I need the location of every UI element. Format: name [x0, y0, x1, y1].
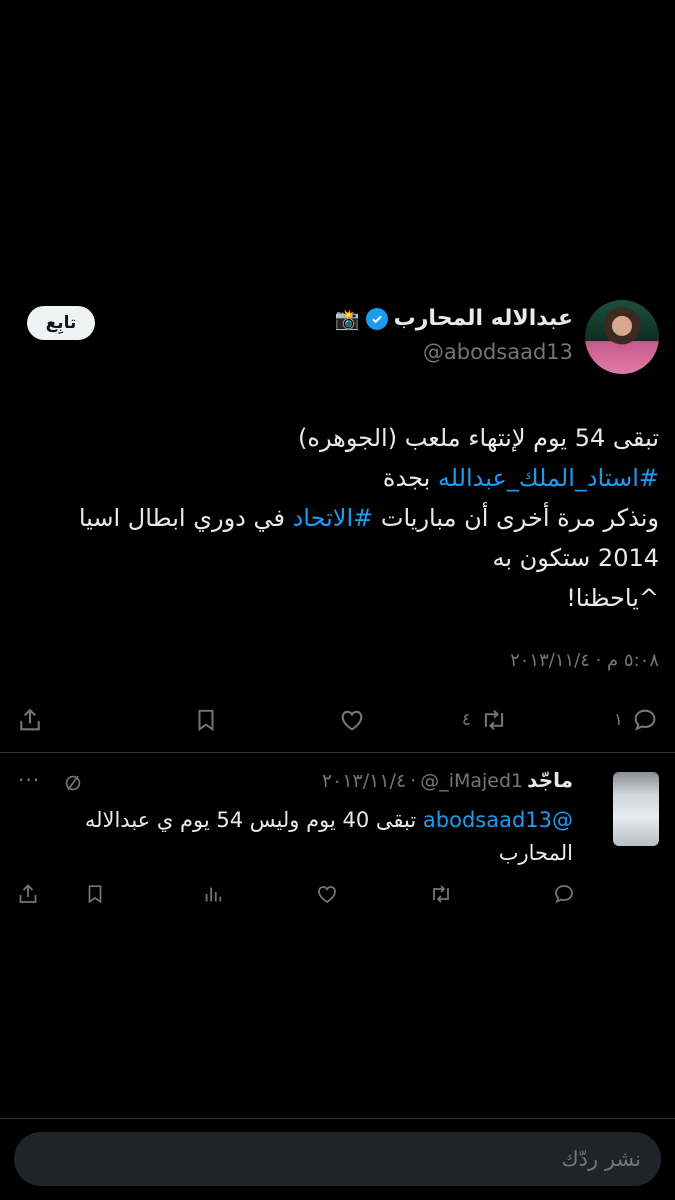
- mute-icon[interactable]: [62, 772, 84, 794]
- tweet-timestamp[interactable]: ٥:٠٨ م · ٢٠١٣/١١/٤: [510, 650, 659, 671]
- hashtag-link[interactable]: #الاتحاد: [293, 504, 374, 532]
- reply-header: ماجّد @_iMajed1 · ٢٠١٣/١١/٤: [322, 768, 573, 792]
- tweet-text: تبقى 54 يوم لإنتهاء ملعب (الجوهره) #استاد…: [19, 418, 659, 618]
- reply-avatar[interactable]: [613, 772, 659, 846]
- hashtag-link[interactable]: #استاد_الملك_عبدالله: [438, 464, 659, 492]
- author-handle[interactable]: @abodsaad13: [423, 340, 573, 364]
- author-avatar[interactable]: [585, 300, 659, 374]
- camera-flash-icon: 📸: [334, 306, 360, 331]
- reply-mention[interactable]: @abodsaad13: [423, 808, 573, 832]
- like-action[interactable]: [337, 700, 367, 740]
- author-name-row[interactable]: عبدالاله المحارب 📸: [335, 306, 573, 331]
- reply-icon: [631, 706, 659, 734]
- reply-like-action[interactable]: [314, 876, 340, 912]
- retweet-icon: [479, 706, 509, 734]
- tweet-text-fragment: 2014 ستكون به: [492, 544, 659, 572]
- share-icon: [16, 882, 40, 906]
- reply-count: ١: [613, 710, 623, 730]
- heart-icon: [314, 882, 340, 906]
- share-action[interactable]: [16, 700, 44, 740]
- tweet-line: ونذكر مرة أخرى أن مباريات #الاتحاد في دو…: [19, 498, 659, 538]
- reply-author-name[interactable]: ماجّد: [527, 768, 573, 792]
- retweet-action[interactable]: ٤: [462, 700, 509, 740]
- retweet-count: ٤: [461, 710, 471, 730]
- author-name[interactable]: عبدالاله المحارب: [394, 306, 573, 331]
- reply-retweet-action[interactable]: [428, 876, 454, 912]
- reply-separator: ·: [410, 770, 417, 792]
- heart-icon: [337, 706, 367, 734]
- tweet-text-fragment: ^ياحظنا!: [566, 584, 659, 612]
- reply-icon: [552, 882, 576, 906]
- bookmark-icon: [84, 882, 106, 906]
- tweet-line: #استاد_الملك_عبدالله بجدة: [19, 458, 659, 498]
- divider: [0, 752, 675, 753]
- reply-share-action[interactable]: [16, 876, 40, 912]
- reply-reply-action[interactable]: [552, 876, 576, 912]
- reply-composer-placeholder: نشر ردّك: [561, 1147, 641, 1171]
- reply-bookmark-action[interactable]: [84, 876, 106, 912]
- reply-action[interactable]: ١: [614, 700, 659, 740]
- follow-button[interactable]: تابِع: [27, 306, 95, 340]
- tweet-actions: ١ ٤: [16, 700, 659, 740]
- tweet-text-fragment: في دوري ابطال اسيا: [78, 504, 293, 532]
- reply-views-action[interactable]: [202, 876, 224, 912]
- verified-badge-icon: [365, 307, 388, 330]
- tweet-text-fragment: بجدة: [382, 464, 438, 492]
- composer-divider: [0, 1118, 675, 1119]
- bookmark-icon: [193, 706, 219, 734]
- tweet-line: 2014 ستكون به: [19, 538, 659, 578]
- reply-date[interactable]: ٢٠١٣/١١/٤: [322, 770, 406, 792]
- bookmark-action[interactable]: [193, 700, 219, 740]
- views-icon: [202, 882, 224, 906]
- reply-text: @abodsaad13 تبقى 40 يوم وليس 54 يوم ي عب…: [33, 804, 573, 870]
- share-icon: [16, 706, 44, 734]
- tweet-text-fragment: تبقى 54 يوم لإنتهاء ملعب (الجوهره): [298, 424, 659, 452]
- tweet-line: تبقى 54 يوم لإنتهاء ملعب (الجوهره): [19, 418, 659, 458]
- tweet-line: ^ياحظنا!: [19, 578, 659, 618]
- more-options-icon[interactable]: ···: [18, 768, 40, 792]
- tweet-text-fragment: ونذكر مرة أخرى أن مباريات: [373, 504, 659, 532]
- reply-actions: [16, 876, 576, 912]
- retweet-icon: [428, 882, 454, 906]
- reply-handle[interactable]: @_iMajed1: [420, 770, 523, 792]
